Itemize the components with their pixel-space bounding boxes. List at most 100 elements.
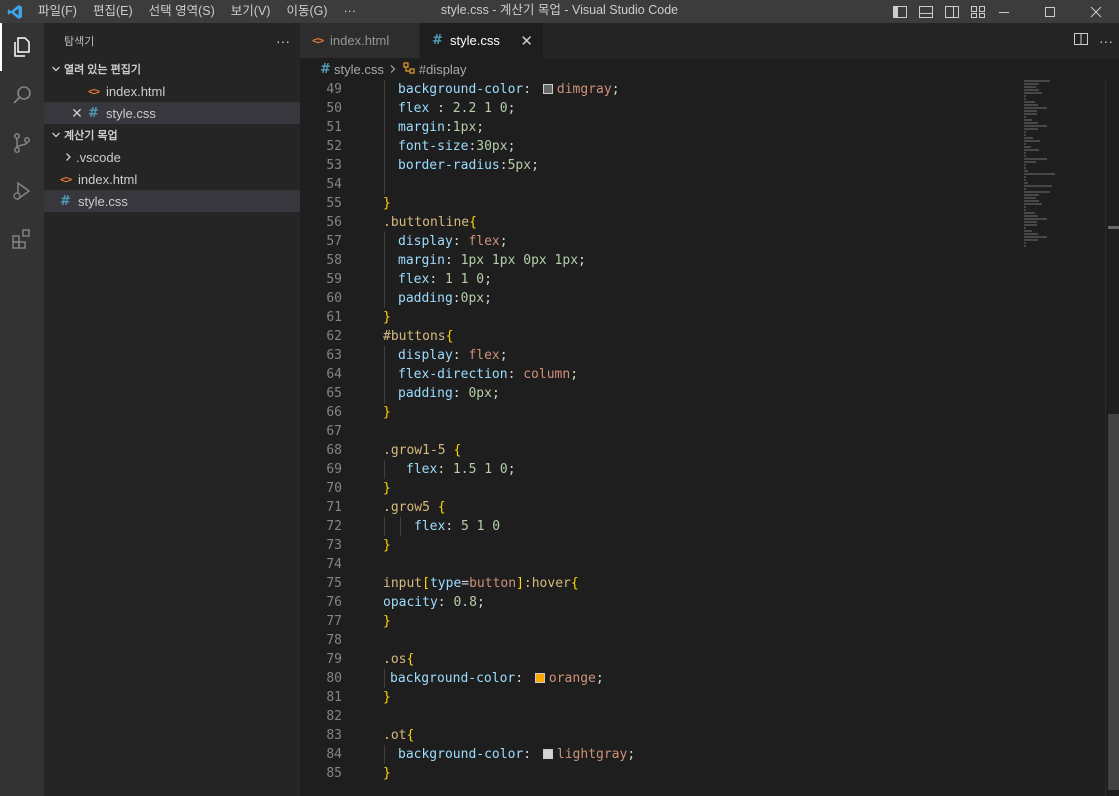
code-token: lightgray: [556, 747, 628, 762]
tab-label: style.css: [450, 33, 500, 48]
color-swatch[interactable]: [542, 84, 553, 94]
code-token: .grow5: [383, 500, 438, 515]
run-debug-icon[interactable]: [0, 167, 44, 215]
code-text: padding: 0px;: [383, 384, 500, 403]
close-editor-icon[interactable]: ✕: [66, 105, 88, 122]
code-token: }: [383, 538, 391, 553]
code-token: 0px: [468, 386, 492, 401]
minimize-icon[interactable]: [981, 0, 1027, 23]
search-icon[interactable]: [0, 71, 44, 119]
vertical-scrollbar[interactable]: [1105, 80, 1119, 796]
open-editor-item-style-css[interactable]: ✕ # style.css: [44, 102, 300, 124]
toggle-primary-sidebar-icon[interactable]: [887, 0, 913, 23]
line-number: 53: [326, 158, 342, 173]
minimap-line: [1024, 212, 1035, 214]
tree-item-label: .vscode: [76, 149, 121, 165]
code-line: 77}: [300, 612, 1019, 631]
code-text: }: [383, 403, 391, 422]
minimap[interactable]: [1019, 80, 1105, 796]
minimap-line: [1024, 113, 1037, 115]
code-token: display: [398, 234, 453, 249]
code-line: 83 .ot{: [300, 726, 1019, 745]
line-number: 57: [326, 234, 342, 249]
code-line: 60 padding:0px;: [300, 289, 1019, 308]
code-token: background-color: [398, 747, 524, 762]
workspace-header[interactable]: 계산기 목업: [44, 124, 300, 146]
tree-item-index-html[interactable]: <> index.html: [44, 168, 300, 190]
code-editor[interactable]: 49 background-color: dimgray; 50 flex : 2.2…: [300, 80, 1019, 796]
scrollbar-thumb[interactable]: [1108, 414, 1119, 790]
code-line: 61}: [300, 308, 1019, 327]
color-swatch[interactable]: [534, 673, 545, 683]
tab-index-html[interactable]: <> index.html: [300, 23, 420, 58]
minimap-line: [1024, 158, 1047, 160]
maximize-icon[interactable]: [1027, 0, 1073, 23]
split-editor-icon[interactable]: [1073, 31, 1089, 50]
code-line: 69 flex: 1.5 1 0;: [300, 460, 1019, 479]
breadcrumb-symbol[interactable]: #display: [419, 62, 467, 77]
explorer-icon[interactable]: [0, 23, 44, 71]
code-token: {: [406, 728, 415, 743]
toggle-secondary-sidebar-icon[interactable]: [939, 0, 965, 23]
line-number: 75: [326, 576, 342, 591]
tab-style-css[interactable]: # style.css ✕: [420, 23, 544, 58]
code-line: 52 font-size:30px;: [300, 137, 1019, 156]
menu-selection[interactable]: 선택 영역(S): [141, 0, 223, 23]
code-token: #buttons: [383, 329, 446, 344]
code-text: background-color: lightgray;: [383, 745, 635, 764]
menu-view[interactable]: 보기(V): [223, 0, 279, 23]
code-token: dimgray: [556, 82, 612, 97]
code-token: flex: [406, 462, 438, 477]
code-token: =: [461, 576, 470, 591]
code-text: .grow1-5 {: [383, 441, 461, 460]
code-token: {: [453, 443, 462, 458]
code-token: ;: [611, 82, 620, 97]
code-token: background-color: [390, 671, 516, 686]
breadcrumb-file[interactable]: style.css: [334, 62, 384, 77]
minimap-line: [1024, 155, 1026, 157]
code-token: :: [515, 671, 531, 686]
code-token: margin: [398, 120, 445, 135]
tree-item-vscode-folder[interactable]: .vscode: [44, 146, 300, 168]
line-number: 60: [326, 291, 342, 306]
more-actions-icon[interactable]: ···: [276, 33, 290, 49]
line-number: 66: [326, 405, 342, 420]
toggle-panel-icon[interactable]: [913, 0, 939, 23]
code-token: input: [383, 576, 423, 591]
tree-item-style-css[interactable]: # style.css: [44, 190, 300, 212]
code-token: margin: [398, 253, 445, 268]
menu-edit[interactable]: 편집(E): [85, 0, 141, 23]
code-line: 51 margin:1px;: [300, 118, 1019, 137]
minimap-line: [1024, 188, 1026, 190]
extensions-icon[interactable]: [0, 215, 44, 263]
menu-go[interactable]: 이동(G): [278, 0, 335, 23]
open-editor-item-index-html[interactable]: <> index.html: [44, 80, 300, 102]
code-line: 66}: [300, 403, 1019, 422]
code-token: padding: [398, 386, 453, 401]
code-text: margin: 1px 1px 0px 1px;: [383, 251, 586, 270]
minimap-line: [1024, 239, 1038, 241]
code-token: opacity: [383, 595, 438, 610]
close-tab-icon[interactable]: ✕: [520, 32, 533, 50]
editor-actions: ···: [1073, 23, 1113, 58]
line-number: 70: [326, 481, 342, 496]
close-window-icon[interactable]: [1073, 0, 1119, 23]
menu-file[interactable]: 파일(F): [30, 0, 85, 23]
code-token: font-size: [398, 139, 469, 154]
code-text: .ot{: [383, 726, 414, 745]
code-token: :: [429, 272, 445, 287]
code-text: input[type=button]:hover{: [383, 574, 579, 593]
code-line: 49 background-color: dimgray;: [300, 80, 1019, 99]
code-token: ;: [476, 595, 485, 610]
code-line: 70}: [300, 479, 1019, 498]
minimap-line: [1024, 245, 1026, 247]
more-actions-icon[interactable]: ···: [1099, 33, 1113, 49]
line-number: 55: [326, 196, 342, 211]
code-text: flex-direction: column;: [383, 365, 578, 384]
code-token: 5 1 0: [460, 519, 501, 534]
source-control-icon[interactable]: [0, 119, 44, 167]
open-editors-header[interactable]: 열려 있는 편집기: [44, 58, 300, 80]
code-text: }: [383, 612, 391, 631]
menu-more[interactable]: ···: [336, 0, 365, 23]
color-swatch[interactable]: [542, 749, 553, 759]
